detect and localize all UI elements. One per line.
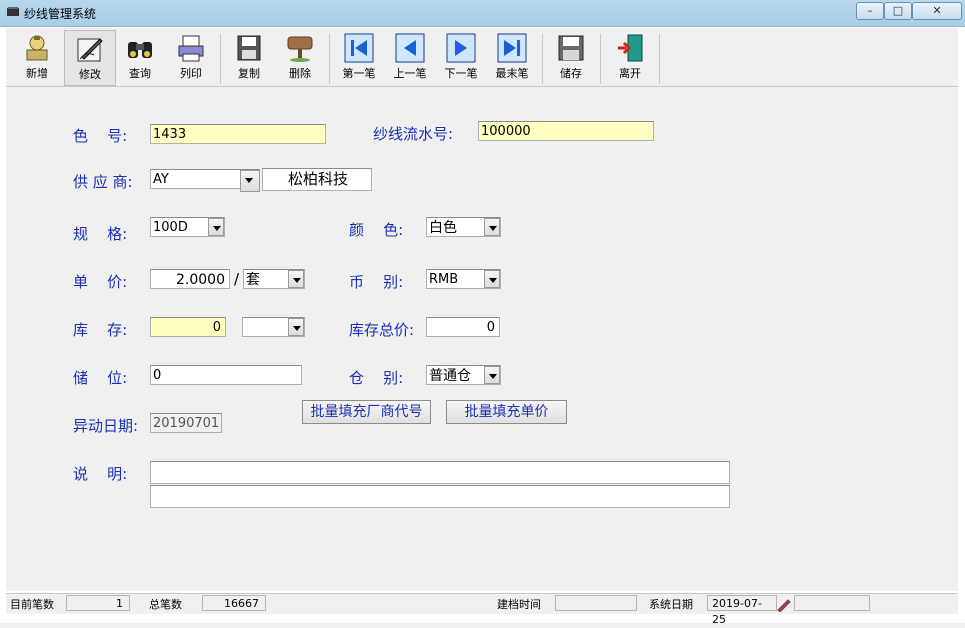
toolbar-separator bbox=[600, 34, 601, 84]
stock-label: 库 存: bbox=[73, 321, 128, 339]
current-count-label: 目前笔数 bbox=[10, 598, 54, 611]
edit-label: 修改 bbox=[79, 68, 101, 81]
total-count-label: 总笔数 bbox=[149, 598, 182, 611]
toolbar-separator bbox=[329, 34, 330, 84]
serial-no-field[interactable]: 100000 bbox=[478, 121, 654, 141]
status-bar: 目前笔数 1 总笔数 16667 建档时间 系统日期 2019-07-25 bbox=[6, 593, 958, 626]
first-record-button[interactable]: 第一笔 bbox=[334, 30, 384, 84]
system-date-value: 2019-07-25 bbox=[707, 595, 777, 626]
total-count-value: 16667 bbox=[202, 595, 266, 611]
previous-record-button[interactable]: 上一笔 bbox=[385, 30, 435, 84]
exit-label: 离开 bbox=[619, 67, 641, 80]
price-unit-slash: / bbox=[234, 270, 240, 288]
last-record-label: 最末笔 bbox=[495, 67, 529, 80]
edit-pen-icon bbox=[77, 38, 103, 62]
previous-record-icon bbox=[395, 33, 425, 63]
warehouse-label: 仓 别: bbox=[349, 369, 404, 387]
new-record-icon bbox=[26, 35, 48, 61]
maximize-button[interactable]: □ bbox=[884, 2, 912, 20]
dump-sign-icon bbox=[287, 36, 313, 62]
supplier-label: 供 应 商: bbox=[73, 173, 133, 191]
window-title: 纱线管理系统 bbox=[24, 7, 97, 21]
save-disk-icon bbox=[558, 35, 584, 61]
next-record-label: 下一笔 bbox=[444, 67, 478, 80]
save-button[interactable]: 储存 bbox=[546, 30, 596, 84]
record-form: 色 号: 1433 纱线流水号: 100000 供 应 商: AY 松柏科技 规… bbox=[6, 87, 958, 591]
spec-dropdown-button[interactable] bbox=[208, 218, 224, 236]
created-time-label: 建档时间 bbox=[497, 598, 541, 611]
first-record-label: 第一笔 bbox=[342, 67, 376, 80]
minimize-button[interactable]: – bbox=[856, 2, 884, 20]
next-record-button[interactable]: 下一笔 bbox=[436, 30, 486, 84]
price-unit-dropdown-button[interactable] bbox=[288, 270, 304, 288]
note-field-line1[interactable] bbox=[150, 461, 730, 484]
new-label: 新增 bbox=[26, 67, 48, 80]
previous-record-label: 上一笔 bbox=[393, 67, 427, 80]
last-record-icon bbox=[497, 33, 527, 63]
note-label: 说 明: bbox=[73, 465, 128, 483]
supplier-dropdown-button[interactable] bbox=[240, 170, 260, 192]
color-label: 颜 色: bbox=[349, 221, 404, 239]
toolbar-separator bbox=[659, 34, 660, 84]
currency-dropdown-button[interactable] bbox=[484, 270, 500, 288]
change-date-label: 异动日期: bbox=[73, 417, 139, 435]
note-field-line2[interactable] bbox=[150, 485, 730, 508]
app-window: 纱线管理系统 – □ ✕ 新增 修改 查询 列印 复制 删除 第一笔 上一笔 下… bbox=[0, 0, 965, 626]
currency-label: 币 别: bbox=[349, 273, 404, 291]
print-label: 列印 bbox=[180, 67, 202, 80]
query-button[interactable]: 查询 bbox=[115, 30, 165, 84]
pen-status-icon bbox=[777, 599, 791, 612]
save-label: 储存 bbox=[560, 67, 582, 80]
batch-fill-vendor-button[interactable]: 批量填充厂商代号 bbox=[302, 400, 431, 424]
location-label: 储 位: bbox=[73, 369, 128, 387]
new-button[interactable]: 新增 bbox=[12, 30, 62, 84]
next-record-icon bbox=[446, 33, 476, 63]
first-record-icon bbox=[344, 33, 374, 63]
unit-price-label: 单 价: bbox=[73, 273, 128, 291]
color-no-field[interactable]: 1433 bbox=[150, 124, 326, 144]
stock-total-field[interactable]: 0 bbox=[426, 317, 500, 337]
serial-no-label: 纱线流水号: bbox=[373, 125, 454, 143]
stock-field[interactable]: 0 bbox=[150, 317, 226, 337]
printer-icon bbox=[178, 35, 204, 62]
status-blank-panel bbox=[794, 595, 870, 611]
delete-button[interactable]: 删除 bbox=[275, 30, 325, 84]
created-time-value bbox=[555, 595, 637, 611]
color-no-label: 色 号: bbox=[73, 127, 128, 145]
stock-total-label: 库存总价: bbox=[349, 321, 415, 339]
batch-fill-price-button[interactable]: 批量填充单价 bbox=[446, 400, 567, 424]
copy-disk-icon bbox=[237, 35, 261, 61]
binoculars-icon bbox=[128, 42, 152, 58]
change-date-field: 20190701 bbox=[150, 413, 222, 433]
copy-label: 复制 bbox=[238, 67, 260, 80]
toolbar: 新增 修改 查询 列印 复制 删除 第一笔 上一笔 下一笔 最末笔 储存 离开 bbox=[6, 28, 958, 87]
copy-button[interactable]: 复制 bbox=[224, 30, 274, 84]
exit-button[interactable]: 离开 bbox=[605, 30, 655, 84]
print-button[interactable]: 列印 bbox=[166, 30, 216, 84]
toolbar-separator bbox=[542, 34, 543, 84]
current-count-value: 1 bbox=[66, 595, 130, 611]
app-book-icon bbox=[7, 7, 19, 16]
delete-label: 删除 bbox=[289, 67, 311, 80]
color-dropdown-button[interactable] bbox=[484, 218, 500, 236]
close-button[interactable]: ✕ bbox=[912, 2, 962, 20]
edit-button[interactable]: 修改 bbox=[64, 30, 116, 86]
query-label: 查询 bbox=[129, 67, 151, 80]
spec-label: 规 格: bbox=[73, 225, 128, 243]
last-record-button[interactable]: 最末笔 bbox=[487, 30, 537, 84]
toolbar-separator bbox=[220, 34, 221, 84]
title-bar: 纱线管理系统 – □ ✕ bbox=[0, 0, 965, 27]
location-field[interactable]: 0 bbox=[150, 365, 302, 385]
system-date-label: 系统日期 bbox=[649, 598, 693, 611]
stock-unit-dropdown-button[interactable] bbox=[288, 318, 304, 336]
exit-door-icon bbox=[618, 34, 643, 62]
supplier-name-field[interactable]: 松柏科技 bbox=[262, 168, 372, 191]
unit-price-field[interactable]: 2.0000 bbox=[150, 269, 230, 289]
warehouse-dropdown-button[interactable] bbox=[484, 366, 500, 384]
